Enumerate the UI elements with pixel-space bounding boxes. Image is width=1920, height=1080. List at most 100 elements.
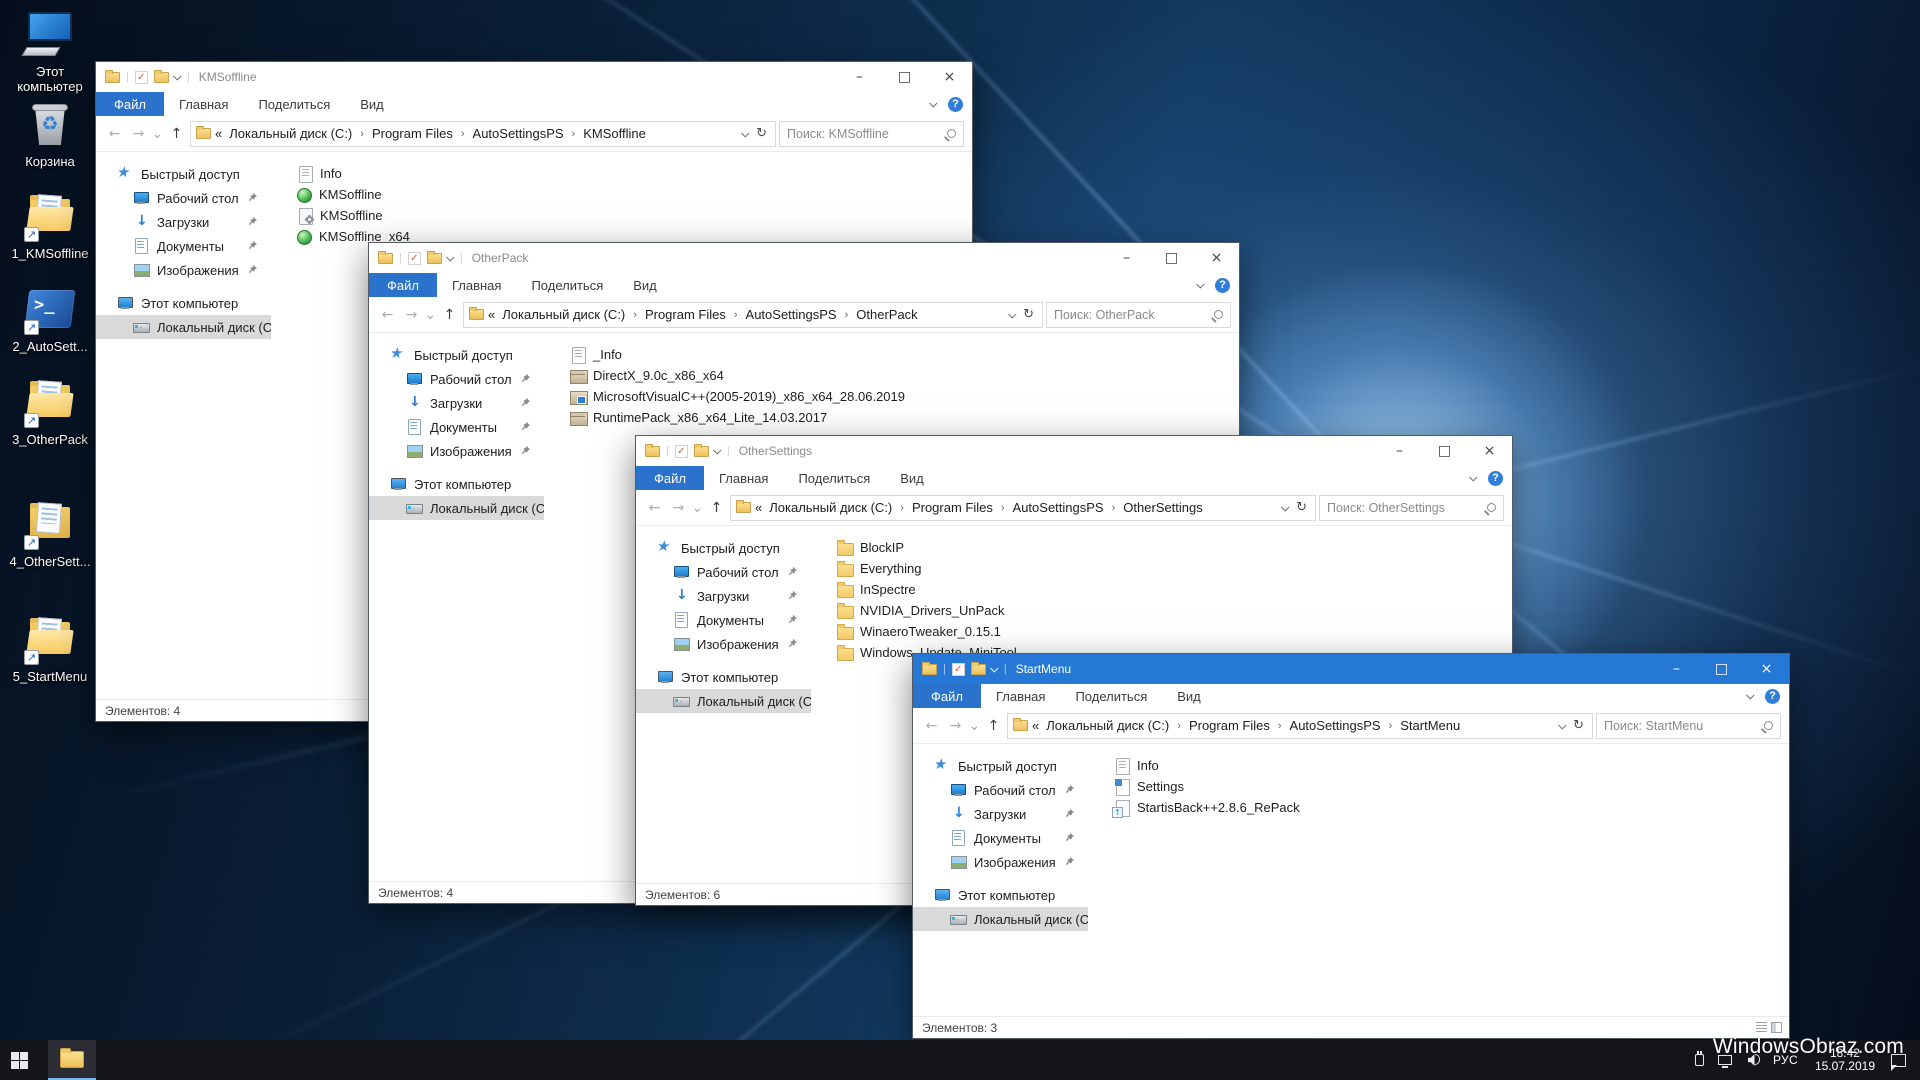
recent-locations-icon[interactable] <box>692 500 703 516</box>
folder-icon[interactable] <box>922 661 937 675</box>
address-dropdown-icon[interactable] <box>1558 720 1567 730</box>
file-item[interactable]: KMSoffline <box>297 205 972 226</box>
folder-icon[interactable] <box>645 443 660 457</box>
breadcrumb-segment[interactable]: KMSoffline <box>580 126 649 141</box>
properties-icon[interactable] <box>674 444 688 458</box>
sidebar-item-downloads[interactable]: Загрузки <box>636 584 811 608</box>
sidebar-item-desktop[interactable]: Рабочий стол <box>96 186 271 210</box>
breadcrumb-segment[interactable]: Program Files <box>642 307 729 322</box>
sidebar-item-desktop[interactable]: Рабочий стол <box>369 367 544 391</box>
tab-home[interactable]: Главная <box>164 92 243 116</box>
tab-share[interactable]: Поделиться <box>516 273 618 297</box>
back-button[interactable]: ← <box>644 500 665 516</box>
sidebar-item-documents[interactable]: Документы <box>96 234 271 258</box>
qat-dropdown-icon[interactable] <box>989 664 999 673</box>
tab-file[interactable]: Файл <box>96 92 164 116</box>
breadcrumb-segment[interactable]: Локальный диск (C:) <box>499 307 628 322</box>
new-folder-icon[interactable] <box>970 661 986 675</box>
file-item[interactable]: StartisBack++2.8.6_RePack <box>1112 797 1789 818</box>
sidebar-item-quick-access[interactable]: Быстрый доступ <box>96 162 271 186</box>
ribbon-collapse-icon[interactable] <box>1469 473 1478 482</box>
sidebar-item-quick-access[interactable]: Быстрый доступ <box>369 343 544 367</box>
folder-icon[interactable] <box>105 69 120 83</box>
desktop-icon-recycle-bin[interactable]: Корзина <box>2 100 98 169</box>
file-item[interactable]: KMSoffline <box>297 184 972 205</box>
tab-home[interactable]: Главная <box>437 273 516 297</box>
tab-view[interactable]: Вид <box>1162 684 1216 708</box>
maximize-button[interactable]: □ <box>882 62 927 92</box>
maximize-button[interactable]: □ <box>1422 436 1467 466</box>
search-input[interactable]: Поиск: StartMenu <box>1596 712 1781 739</box>
breadcrumb-segment[interactable]: StartMenu <box>1397 718 1463 733</box>
address-bar[interactable]: « Локальный диск (C:) Program Files Auto… <box>730 494 1316 521</box>
titlebar[interactable]: | | OtherPack – □ × <box>369 243 1239 273</box>
qat-dropdown-icon[interactable] <box>445 253 455 262</box>
titlebar[interactable]: | | OtherSettings – □ × <box>636 436 1512 466</box>
tab-home[interactable]: Главная <box>704 466 783 490</box>
file-item[interactable]: InSpectre <box>837 579 1512 600</box>
file-item[interactable]: _Info <box>570 344 1239 365</box>
titlebar[interactable]: | | StartMenu – □ × <box>913 654 1789 684</box>
tab-file[interactable]: Файл <box>369 273 437 297</box>
file-item[interactable]: NVIDIA_Drivers_UnPack <box>837 600 1512 621</box>
refresh-button[interactable] <box>1573 718 1584 733</box>
sidebar-item-downloads[interactable]: Загрузки <box>96 210 271 234</box>
ribbon-collapse-icon[interactable] <box>929 99 938 108</box>
refresh-button[interactable] <box>1296 500 1307 515</box>
file-item[interactable]: Settings <box>1114 776 1789 797</box>
sidebar-item-local-disk-c[interactable]: Локальный диск (C:) <box>369 496 544 520</box>
sidebar-item-documents[interactable]: Документы <box>369 415 544 439</box>
file-item[interactable]: Info <box>1114 755 1789 776</box>
usb-tray-icon[interactable] <box>1686 1040 1712 1080</box>
search-input[interactable]: Поиск: KMSoffline <box>779 120 964 147</box>
sidebar-item-local-disk-c[interactable]: Локальный диск (C:) <box>913 907 1088 931</box>
desktop-icon-2-autosett[interactable]: 2_AutoSett... <box>2 285 98 354</box>
desktop-icon-4-othersett[interactable]: 4_OtherSett... <box>2 500 98 569</box>
help-icon[interactable] <box>1488 470 1503 486</box>
breadcrumb-overflow[interactable]: « <box>487 307 496 322</box>
file-item[interactable]: MicrosoftVisualC++(2005-2019)_x86_x64_28… <box>570 386 1239 407</box>
address-dropdown-icon[interactable] <box>741 128 750 138</box>
recent-locations-icon[interactable] <box>969 718 980 734</box>
help-icon[interactable] <box>1215 277 1230 293</box>
minimize-button[interactable]: – <box>837 62 882 92</box>
maximize-button[interactable]: □ <box>1699 654 1744 684</box>
desktop-icon-this-pc[interactable]: Этот компьютер <box>2 10 98 94</box>
sidebar-item-this-pc[interactable]: Этот компьютер <box>96 291 271 315</box>
tab-share[interactable]: Поделиться <box>243 92 345 116</box>
file-item[interactable]: WinaeroTweaker_0.15.1 <box>837 621 1512 642</box>
help-icon[interactable] <box>948 96 963 112</box>
sidebar-item-desktop[interactable]: Рабочий стол <box>913 778 1088 802</box>
tab-share[interactable]: Поделиться <box>1060 684 1162 708</box>
close-button[interactable]: × <box>927 62 972 92</box>
sidebar-item-local-disk-c[interactable]: Локальный диск (C:) <box>636 689 811 713</box>
taskbar-file-explorer-button[interactable] <box>48 1040 96 1080</box>
breadcrumb-segment[interactable]: Program Files <box>1186 718 1273 733</box>
back-button[interactable]: ← <box>377 307 398 323</box>
close-button[interactable]: × <box>1467 436 1512 466</box>
sidebar-item-desktop[interactable]: Рабочий стол <box>636 560 811 584</box>
sidebar-item-pictures[interactable]: Изображения <box>96 258 271 282</box>
sidebar-item-documents[interactable]: Документы <box>913 826 1088 850</box>
desktop-icon-3-otherpack[interactable]: 3_OtherPack <box>2 378 98 447</box>
forward-button[interactable]: → <box>128 126 149 142</box>
view-details-button[interactable] <box>1756 1022 1767 1033</box>
sidebar-item-local-disk-c[interactable]: Локальный диск (C:) <box>96 315 271 339</box>
forward-button[interactable]: → <box>945 718 966 734</box>
file-item[interactable]: Everything <box>837 558 1512 579</box>
view-icons-button[interactable] <box>1771 1022 1782 1033</box>
breadcrumb-segment[interactable]: Локальный диск (C:) <box>226 126 355 141</box>
search-input[interactable]: Поиск: OtherSettings <box>1319 494 1504 521</box>
close-button[interactable]: × <box>1194 243 1239 273</box>
recent-locations-icon[interactable] <box>152 126 163 142</box>
qat-dropdown-icon[interactable] <box>172 72 182 81</box>
minimize-button[interactable]: – <box>1377 436 1422 466</box>
tab-view[interactable]: Вид <box>885 466 939 490</box>
up-button[interactable]: ↑ <box>166 126 187 142</box>
address-bar[interactable]: « Локальный диск (C:) Program Files Auto… <box>463 301 1043 328</box>
sidebar-item-downloads[interactable]: Загрузки <box>369 391 544 415</box>
properties-icon[interactable] <box>407 251 421 265</box>
minimize-button[interactable]: – <box>1654 654 1699 684</box>
sidebar-item-this-pc[interactable]: Этот компьютер <box>369 472 544 496</box>
up-button[interactable]: ↑ <box>439 307 460 323</box>
